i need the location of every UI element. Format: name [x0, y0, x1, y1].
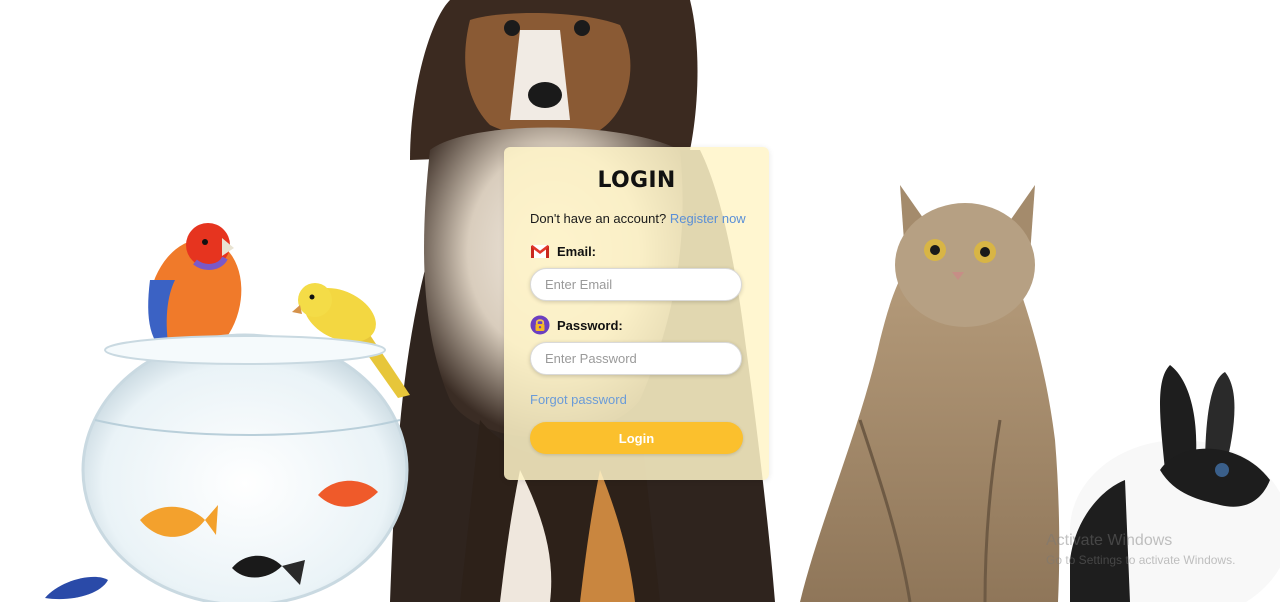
register-prompt-text: Don't have an account?: [530, 211, 667, 226]
forgot-password-link[interactable]: Forgot password: [530, 392, 627, 407]
password-input[interactable]: [530, 342, 742, 375]
password-label-text: Password:: [557, 317, 623, 333]
email-label-text: Email:: [557, 243, 597, 259]
login-button[interactable]: Login: [530, 422, 743, 454]
lock-icon: [530, 315, 550, 335]
gmail-icon: [530, 241, 550, 261]
fishbowl-image: [81, 333, 409, 602]
password-label: Password:: [530, 315, 623, 335]
activate-windows-title: Activate Windows: [1046, 532, 1173, 549]
login-card: LOGIN Don't have an account? Register no…: [504, 147, 769, 480]
email-input[interactable]: [530, 268, 742, 301]
cat-image: [800, 185, 1060, 602]
login-title: LOGIN: [597, 168, 676, 193]
login-page: LOGIN Don't have an account? Register no…: [0, 0, 1280, 602]
activate-windows-subtitle: Go to Settings to activate Windows.: [1046, 553, 1236, 567]
activate-windows-watermark: Activate Windows Go to Settings to activ…: [1046, 532, 1235, 567]
register-link[interactable]: Register now: [670, 211, 746, 226]
register-prompt: Don't have an account? Register now: [530, 211, 746, 226]
email-label: Email:: [530, 241, 596, 261]
blue-fish-image: [45, 576, 108, 600]
